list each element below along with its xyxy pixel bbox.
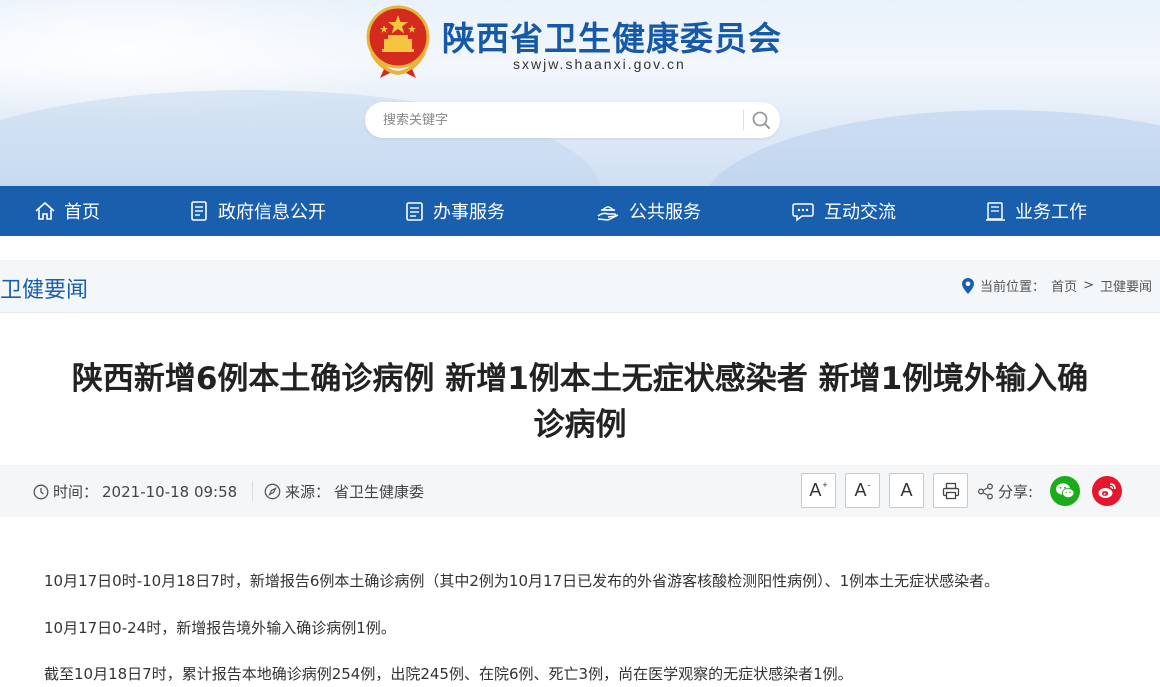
main-nav: 首页 政府信息公开 办事服务 公共服务 互动交流 业务工作 — [0, 186, 1160, 236]
chat-bubble-icon — [792, 203, 814, 222]
print-button[interactable] — [933, 473, 968, 508]
nav-item-label: 互动交流 — [824, 202, 896, 223]
compass-icon — [264, 483, 281, 500]
wechat-share-button[interactable] — [1050, 476, 1080, 506]
search-box — [365, 102, 780, 138]
nav-item-label: 首页 — [64, 202, 100, 223]
share-label: 分享: — [998, 483, 1034, 501]
divider — [0, 312, 1160, 313]
nav-item-label: 业务工作 — [1015, 202, 1087, 223]
minus-icon: - — [867, 479, 871, 490]
nav-item-gov-info[interactable]: 政府信息公开 — [190, 186, 326, 236]
source-value: 省卫生健康委 — [334, 483, 425, 501]
nav-item-home[interactable]: 首页 — [34, 186, 100, 236]
time-label: 时间： — [53, 483, 99, 501]
weibo-icon — [1098, 483, 1116, 498]
search-divider — [743, 110, 744, 130]
article-paragraph: 截至10月18日7时，累计报告本地确诊病例254例，出院245例、在院6例、死亡… — [44, 665, 853, 683]
hand-service-icon — [597, 206, 619, 221]
share-icon — [978, 483, 993, 500]
nav-item-label: 公共服务 — [629, 202, 701, 223]
site-domain: sxwjw.shaanxi.gov.cn — [513, 56, 686, 72]
clipboard-icon — [406, 202, 423, 221]
ledger-icon — [986, 202, 1005, 221]
breadcrumb-label: 当前位置： — [980, 280, 1046, 295]
clock-icon — [33, 484, 49, 499]
article-meta-bar: 时间： 2021-10-18 09:58 来源： 省卫生健康委 A+ A- A — [0, 465, 1160, 517]
article-title: 陕西新增6例本土确诊病例 新增1例本土无症状感染者 新增1例境外输入确 诊病例 — [20, 356, 1140, 448]
article-time: 时间： 2021-10-18 09:58 — [33, 481, 237, 502]
nav-item-label: 政府信息公开 — [218, 202, 326, 223]
column-bar: 卫健要闻 当前位置： 首页 > 卫健要闻 — [0, 260, 1160, 312]
breadcrumb: 当前位置： 首页 > 卫健要闻 — [962, 276, 1152, 295]
article-paragraph: 10月17日0时-10月18日7时，新增报告6例本土确诊病例（其中2例为10月1… — [44, 572, 1000, 590]
search-input[interactable] — [383, 110, 733, 130]
column-title: 卫健要闻 — [0, 278, 89, 303]
font-increase-label: A — [809, 480, 822, 500]
printer-icon — [942, 482, 959, 499]
nav-item-public-services[interactable]: 公共服务 — [595, 186, 701, 236]
breadcrumb-current-link[interactable]: 卫健要闻 — [1100, 276, 1152, 295]
share-section: 分享: — [977, 481, 1033, 502]
meta-divider — [252, 481, 253, 501]
source-label: 来源： — [285, 483, 331, 501]
national-emblem-icon — [366, 5, 430, 78]
nav-item-label: 办事服务 — [433, 202, 505, 223]
plus-icon: + — [822, 479, 828, 490]
search-icon[interactable] — [748, 107, 774, 133]
time-value: 2021-10-18 09:58 — [102, 482, 238, 501]
header-banner: 陕西省卫生健康委员会 sxwjw.shaanxi.gov.cn — [0, 0, 1160, 186]
article-title-line: 诊病例 — [533, 407, 627, 443]
breadcrumb-home-link[interactable]: 首页 — [1051, 276, 1077, 295]
font-decrease-label: A — [854, 480, 867, 500]
font-reset-label: A — [900, 480, 913, 500]
location-pin-icon — [962, 277, 975, 294]
nav-item-interaction[interactable]: 互动交流 — [792, 186, 896, 236]
site-title: 陕西省卫生健康委员会 — [442, 19, 782, 58]
font-size-increase-button[interactable]: A + — [801, 473, 836, 508]
font-size-reset-button[interactable]: A — [889, 473, 924, 508]
weibo-share-button[interactable] — [1092, 476, 1122, 506]
document-list-icon — [191, 201, 207, 221]
article-source: 来源： 省卫生健康委 — [264, 481, 424, 502]
article-title-line: 陕西新增6例本土确诊病例 新增1例本土无症状感染者 新增1例境外输入确 — [71, 361, 1089, 397]
nav-item-services[interactable]: 办事服务 — [405, 186, 505, 236]
article-paragraph: 10月17日0-24时，新增报告境外输入确诊病例1例。 — [44, 619, 396, 637]
wechat-icon — [1056, 483, 1075, 498]
font-size-decrease-button[interactable]: A- — [845, 473, 880, 508]
nav-item-business[interactable]: 业务工作 — [985, 186, 1087, 236]
breadcrumb-separator: > — [1083, 278, 1094, 293]
home-icon — [35, 201, 55, 220]
